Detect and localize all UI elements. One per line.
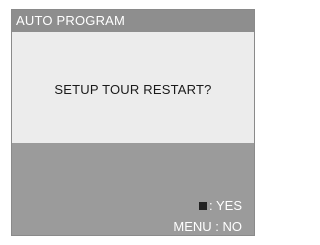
option-list: : YES MENU : NO [173, 195, 242, 235]
setup-tour-restart-message: SETUP TOUR RESTART? [54, 82, 212, 97]
no-option-label: MENU : NO [173, 219, 242, 234]
message-panel: SETUP TOUR RESTART? [12, 32, 254, 143]
square-icon [198, 201, 207, 210]
no-option[interactable]: MENU : NO [173, 216, 242, 235]
auto-program-screen: AUTO PROGRAM SETUP TOUR RESTART? : YES M… [11, 9, 255, 236]
dialog-title: AUTO PROGRAM [12, 10, 254, 32]
yes-option-label: : YES [208, 198, 242, 213]
yes-option[interactable]: : YES [173, 195, 242, 216]
